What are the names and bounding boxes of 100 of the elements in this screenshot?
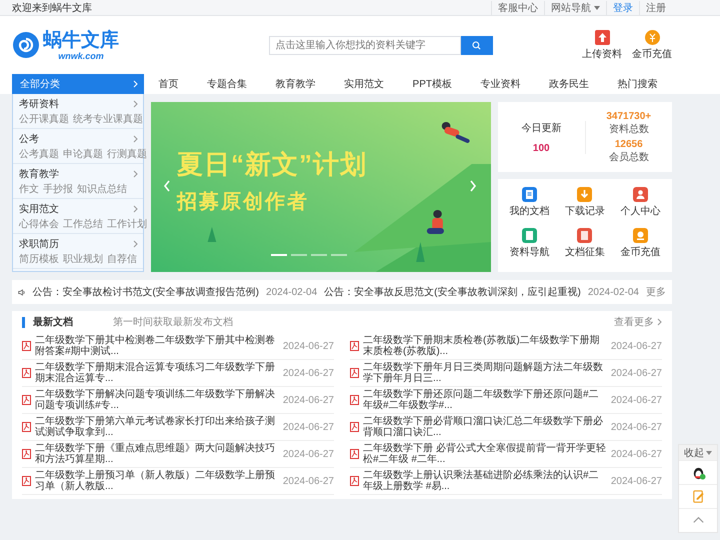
stat-value: 3471730+ — [606, 110, 652, 122]
pdf-icon — [350, 368, 359, 378]
document-date: 2024-06-27 — [282, 448, 334, 460]
pdf-icon — [350, 341, 359, 351]
section-subtitle: 第一时间获取最新发布文档 — [113, 316, 233, 329]
caret-icon — [594, 6, 600, 10]
quick-link[interactable]: 个人中心 — [620, 204, 660, 218]
category-title[interactable]: 考研资料 — [19, 97, 59, 111]
document-link[interactable]: 二年级数学下册其中检测卷二年级数学下册其中检测卷附答案#期中测试... — [35, 335, 279, 357]
view-more-link[interactable]: 查看更多 — [614, 315, 662, 329]
document-link[interactable]: 二年级数学上册预习单（新人教版）二年级数学上册预习单（新人教版... — [35, 470, 279, 492]
nav-link[interactable]: 首页 — [158, 77, 178, 91]
quick-link[interactable]: 金币充值 — [620, 244, 660, 258]
pdf-icon — [350, 422, 359, 432]
notice-link[interactable]: 公告：安全事故检讨书范文(安全事故调查报告范例) — [32, 285, 260, 299]
edit-icon[interactable] — [690, 489, 706, 504]
category-title[interactable]: 教育教学 — [19, 167, 59, 181]
stat-label: 会员总数 — [608, 150, 649, 164]
document-date: 2024-06-27 — [610, 340, 662, 352]
speaker-icon — [18, 288, 26, 296]
chevron-icon — [133, 135, 138, 143]
document-link[interactable]: 二年级数学下册必背顺口溜口诀汇总二年级数学下册必背顺口溜口诀汇... — [363, 416, 607, 438]
chevron-icon — [133, 170, 138, 178]
notice-date: 2024-02-04 — [266, 286, 318, 298]
notice-link[interactable]: 公告：安全事故反思范文(安全事故教训深刻，应引起重视) — [324, 285, 581, 299]
stat-label: 资料总数 — [608, 122, 649, 136]
document-date: 2024-06-27 — [610, 422, 662, 432]
document-date: 2024-06-27 — [282, 368, 334, 378]
document-date: 2024-06-27 — [610, 448, 662, 460]
stat-value: 100 — [532, 142, 550, 154]
pdf-icon — [350, 476, 359, 486]
snail-logo-icon — [12, 31, 40, 59]
pdf-icon — [22, 422, 31, 432]
document-link[interactable]: 二年级数学下册第六单元考试卷家长打印出来给孩子测试测试争取拿到... — [35, 416, 279, 438]
logo-name: 蜗牛文库 — [43, 30, 119, 50]
document-date: 2024-06-27 — [282, 340, 334, 352]
document-link[interactable]: 二年级数学上册认识乘法基础进阶必练乘法的认识#二年级上册数学 #易... — [363, 470, 607, 492]
search-field[interactable]: 点击这里输入你想找的资料关键字 — [268, 36, 460, 54]
stat-value: 12656 — [614, 138, 643, 150]
chevron-icon — [133, 80, 138, 88]
nav-dropdown[interactable]: 网站导航 — [544, 0, 606, 14]
nav-link[interactable]: 政务民生 — [549, 77, 590, 91]
download-icon[interactable] — [577, 187, 592, 202]
quick-link[interactable]: 我的文档 — [510, 204, 550, 218]
collapse-button[interactable]: 收起 — [679, 445, 717, 460]
nav-link[interactable]: 热门搜索 — [618, 77, 658, 91]
nav-link[interactable]: 教育教学 — [275, 77, 316, 91]
document-link[interactable]: 二年级数学下册 必背公式大全寒假提前背一背开学更轻松#二年级 #二年... — [363, 443, 607, 465]
search-button[interactable] — [460, 36, 492, 54]
category-title[interactable]: 公考 — [19, 132, 39, 146]
nav-link[interactable]: 专题合集 — [206, 77, 247, 91]
nav-link[interactable]: 实用范文 — [344, 77, 384, 91]
chevron-icon — [133, 100, 138, 108]
nav-link[interactable]: 专业资料 — [480, 77, 521, 91]
upload-icon[interactable] — [594, 30, 610, 44]
notice-date: 2024-02-04 — [588, 286, 639, 298]
document-icon[interactable] — [577, 228, 592, 242]
pdf-icon — [350, 449, 359, 459]
document-link[interactable]: 二年级数学下册期末混合运算专项练习二年级数学下册期末混合运算专... — [35, 362, 279, 384]
section-title: 最新文档 — [33, 315, 74, 329]
top-link[interactable]: 注册 — [639, 0, 672, 14]
category-title[interactable]: 求职简历 — [19, 237, 59, 251]
stat-label: 今日更新 — [521, 122, 562, 134]
quick-link[interactable]: 资料导航 — [510, 244, 550, 258]
document-link[interactable]: 二年级数学下册《重点难点思维题》两大问题解决技巧和方法巧算星期... — [35, 443, 279, 465]
pdf-icon — [22, 368, 31, 378]
document-date: 2024-06-27 — [282, 394, 334, 406]
pdf-icon — [22, 341, 31, 351]
all-categories-button[interactable]: 全部分类 — [12, 74, 144, 94]
action-link[interactable]: 上传资料 — [582, 46, 622, 60]
document-link[interactable]: 二年级数学下册解决问题专项训练二年级数学下册解决问题专项训练#专... — [35, 389, 279, 411]
quick-link[interactable]: 文档征集 — [564, 244, 605, 258]
more-link[interactable]: 更多 — [646, 285, 666, 299]
document-date: 2024-06-27 — [610, 368, 662, 378]
banner-subtitle: 招募原创作者 — [177, 190, 309, 215]
document-date: 2024-06-27 — [610, 476, 662, 486]
pdf-icon — [22, 476, 31, 486]
person-icon[interactable] — [632, 187, 648, 202]
document-icon[interactable] — [522, 187, 538, 202]
document-date: 2024-06-27 — [282, 422, 334, 432]
document-link[interactable]: 二年级数学下册期末质检卷(苏教版)二年级数学下册期末质检卷(苏教版)... — [363, 335, 607, 357]
action-link[interactable]: 金币充值 — [632, 46, 672, 60]
document-link[interactable]: 二年级数学下册还原问题二年级数学下册还原问题#二年级#二年级数学#... — [363, 389, 607, 411]
chevron-icon — [133, 205, 138, 213]
pdf-icon — [22, 395, 31, 405]
nav-link[interactable]: PPT模板 — [412, 77, 452, 91]
document-date: 2024-06-27 — [610, 394, 662, 406]
top-link[interactable]: 客服中心 — [491, 0, 544, 14]
quick-link[interactable]: 下载记录 — [564, 204, 605, 218]
top-link[interactable]: 登录 — [606, 0, 639, 14]
document-link[interactable]: 二年级数学下册年月日三类周期问题解题方法二年级数学下册年月日三... — [363, 362, 607, 384]
search-icon — [472, 40, 481, 50]
pdf-icon — [22, 449, 31, 459]
pdf-icon — [350, 395, 359, 405]
caret-icon — [706, 450, 712, 454]
document-icon[interactable] — [522, 228, 538, 242]
welcome-text: 欢迎来到蜗牛文库 — [12, 2, 92, 14]
banner-title: 夏日“新文”计划 — [177, 148, 367, 181]
document-date: 2024-06-27 — [282, 476, 334, 486]
category-title[interactable]: 实用范文 — [19, 202, 59, 216]
